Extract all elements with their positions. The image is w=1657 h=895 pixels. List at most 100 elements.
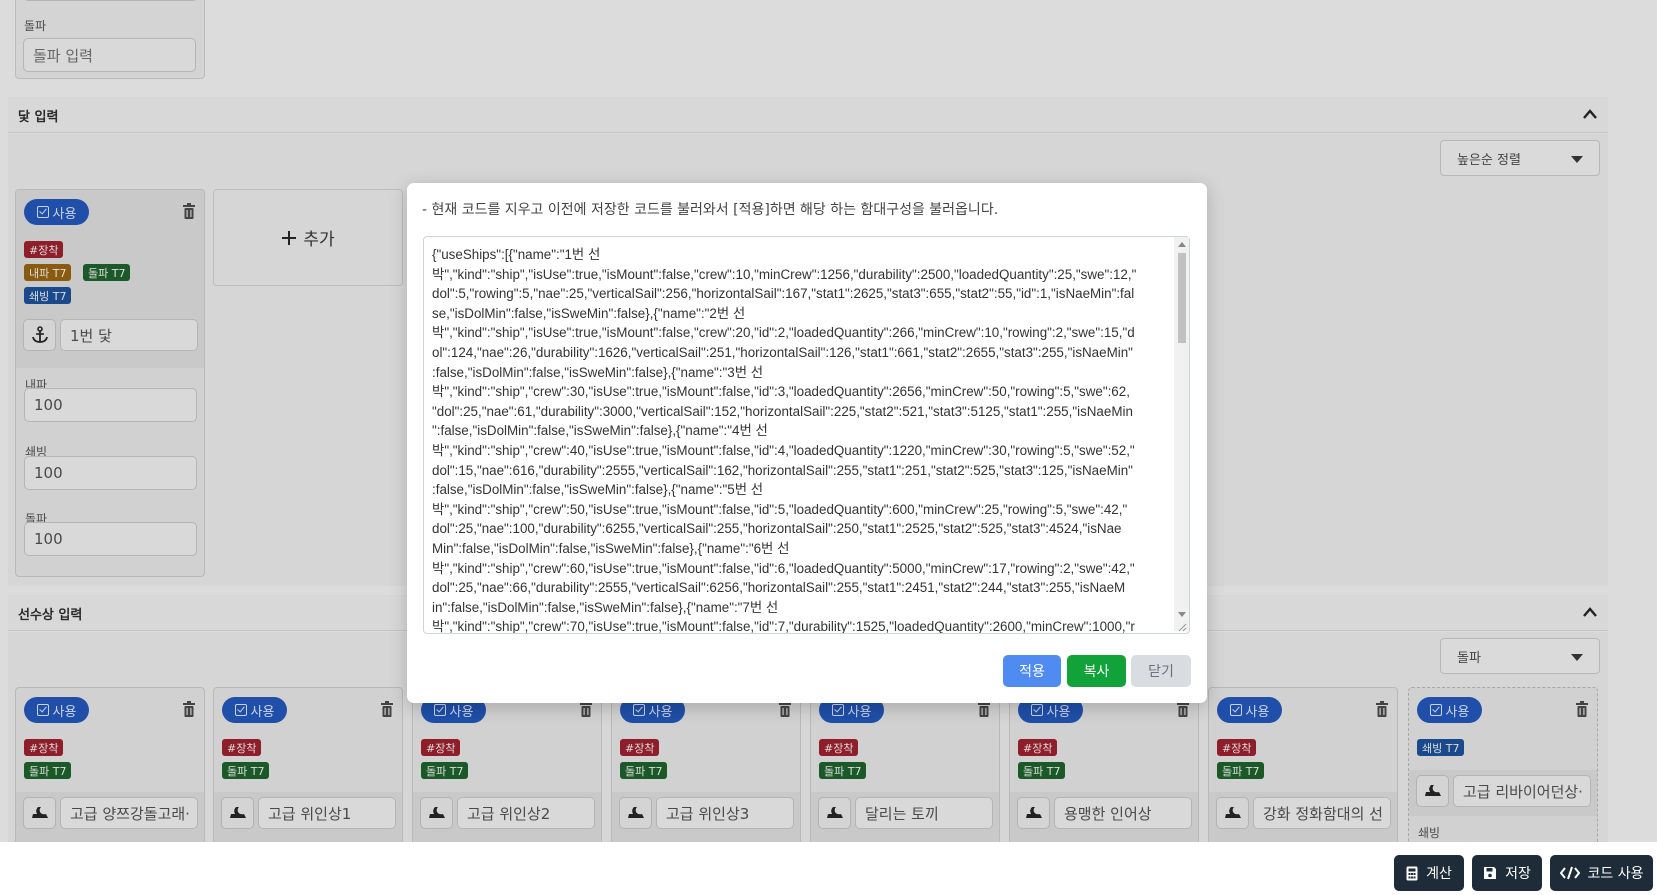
swe-label: 쇄빙	[1418, 826, 1441, 840]
use-label: 사용	[1245, 704, 1270, 720]
tag-dol: 돌파 T7	[421, 762, 469, 779]
figurehead-icon-button[interactable]	[1017, 797, 1050, 829]
calculator-icon	[1406, 866, 1418, 880]
anchor-section-header[interactable]: 닻 입력	[8, 97, 1608, 133]
use-toggle[interactable]: 사용	[1417, 697, 1482, 723]
figurehead-icon-button[interactable]	[1216, 797, 1249, 829]
checkbox-icon	[36, 704, 49, 716]
trash-icon[interactable]	[778, 701, 792, 717]
add-anchor-button[interactable]: 추가	[213, 189, 403, 286]
use-label: 사용	[847, 704, 872, 720]
copy-button[interactable]: 복사	[1067, 655, 1126, 687]
modal-description: - 현재 코드를 지우고 이전에 저장한 코드를 불러와서 [적용]하면 해당 …	[422, 202, 999, 218]
trash-icon[interactable]	[380, 701, 394, 717]
caret-down-icon	[1571, 654, 1583, 661]
apply-button[interactable]: 적용	[1003, 655, 1061, 687]
figurehead-name-input[interactable]: 고급 위인상3	[656, 797, 794, 829]
scroll-up-icon[interactable]	[1178, 242, 1186, 247]
nae-input[interactable]: 100	[24, 388, 197, 422]
figurehead-icon	[1424, 785, 1441, 796]
tag-mounted: #장착	[24, 739, 64, 756]
code-line: 박","kind":"ship","isUse":true,"isMount":…	[432, 266, 1137, 282]
code-line: {"useShips":[{"name":"1번 선	[432, 247, 601, 262]
dolpa-input[interactable]: 돌파 입력	[23, 38, 196, 72]
trash-icon[interactable]	[182, 203, 196, 219]
trash-icon[interactable]	[182, 701, 196, 717]
code-line: :false,"isDolMin":false,"isSweMin":false…	[432, 482, 764, 498]
code-line: dol":15,"nae":616,"durability":2555,"ver…	[432, 462, 1133, 478]
figurehead-name-input[interactable]: 고급 양쯔강돌고래·	[60, 797, 198, 829]
code-line: ":false,"isDolMin":false,"isSweMin":fals…	[432, 423, 768, 439]
trash-icon[interactable]	[1375, 701, 1389, 717]
figurehead-icon	[1224, 807, 1241, 818]
figurehead-icon-button[interactable]	[818, 797, 851, 829]
use-label: 사용	[52, 704, 77, 720]
resize-grip-icon[interactable]	[1178, 623, 1187, 632]
chevron-up-icon[interactable]	[1582, 605, 1598, 619]
close-button[interactable]: 닫기	[1131, 655, 1191, 687]
code-line: dol":25,"nae":100,"durability":6255,"ver…	[432, 521, 1122, 537]
calculate-button[interactable]: 계산	[1394, 855, 1464, 891]
code-line: Min":false,"isDolMin":false,"isSweMin":f…	[432, 540, 790, 556]
swe-input[interactable]: 100	[24, 456, 197, 490]
figurehead-name-input[interactable]: 고급 리바이어던상·	[1453, 775, 1591, 807]
trash-icon[interactable]	[977, 701, 991, 717]
figurehead-sort-select[interactable]: 돌파	[1440, 638, 1600, 674]
figurehead-name-input[interactable]: 강화 정화함대의 선	[1253, 797, 1391, 829]
tag-mounted: #장착	[421, 739, 461, 756]
figurehead-icon-button[interactable]	[619, 797, 652, 829]
chevron-up-icon[interactable]	[1582, 107, 1598, 121]
trash-icon[interactable]	[1575, 701, 1589, 717]
code-line: "dol":25,"nae":61,"durability":3000,"ver…	[432, 403, 1133, 419]
code-line: 박","kind":"ship","crew":70,"isUse":true,…	[432, 619, 1135, 634]
checkbox-icon	[632, 704, 645, 716]
figurehead-name-input[interactable]: 고급 위인상2	[457, 797, 595, 829]
use-toggle[interactable]: 사용	[222, 697, 287, 723]
use-code-button[interactable]: 코드 사용	[1550, 855, 1653, 891]
figurehead-name-input[interactable]: 달리는 토끼	[855, 797, 993, 829]
figurehead-name-input[interactable]: 고급 위인상1	[258, 797, 396, 829]
save-button[interactable]: 저장	[1472, 855, 1542, 891]
figurehead-icon	[31, 807, 48, 818]
figurehead-icon-button[interactable]	[23, 797, 56, 829]
code-line: dol":5,"rowing":5,"nae":25,"verticalSail…	[432, 286, 1135, 302]
checkbox-icon	[831, 704, 844, 716]
tag-swe: 쇄빙 T7	[1417, 739, 1465, 756]
use-toggle[interactable]: 사용	[1217, 697, 1282, 723]
figurehead-icon-button[interactable]	[1416, 775, 1449, 807]
dolpa-label: 돌파	[24, 19, 47, 33]
trash-icon[interactable]	[579, 701, 593, 717]
trash-icon[interactable]	[1176, 701, 1190, 717]
figurehead-icon-button[interactable]	[420, 797, 453, 829]
figurehead-name-input[interactable]: 용맹한 인어상	[1054, 797, 1192, 829]
top-partial-field[interactable]	[24, 0, 197, 1]
tag-mounted: #장착	[620, 739, 660, 756]
scroll-thumb[interactable]	[1178, 253, 1186, 343]
tag-nae: 내파 T7	[24, 264, 72, 281]
anchor-icon-button[interactable]	[23, 319, 56, 351]
code-line: 박","kind":"ship","crew":30,"isUse":true,…	[432, 384, 1130, 400]
scroll-down-icon[interactable]	[1178, 612, 1186, 617]
anchor-icon	[31, 326, 48, 343]
top-settings-card: 돌파 돌파 입력	[15, 0, 205, 79]
figurehead-card-1: 사용 #장착 돌파 T7 고급 양쯔강돌고래·	[15, 687, 205, 842]
figurehead-card-2: 사용 #장착 돌파 T7 고급 위인상1	[213, 687, 403, 842]
use-label: 사용	[1445, 704, 1470, 720]
code-line: ol":124,"nae":26,"durability":1626,"vert…	[432, 344, 1133, 360]
code-line: in":false,"isDolMin":false,"isSweMin":fa…	[432, 599, 779, 615]
dol-input[interactable]: 100	[24, 522, 197, 556]
tag-swe: 쇄빙 T7	[24, 287, 72, 304]
figurehead-icon-button[interactable]	[221, 797, 254, 829]
anchor-sort-value: 높은순 정렬	[1457, 152, 1521, 168]
add-label: 추가	[303, 230, 335, 250]
checkbox-icon	[234, 704, 247, 716]
tag-dol: 돌파 T7	[83, 264, 131, 281]
code-textarea[interactable]: {"useShips":[{"name":"1번 선박","kind":"shi…	[423, 236, 1190, 634]
use-toggle[interactable]: 사용	[24, 697, 89, 723]
use-label: 사용	[52, 206, 77, 222]
anchor-sort-select[interactable]: 높은순 정렬	[1440, 140, 1600, 176]
anchor-name-input[interactable]: 1번 닻	[60, 319, 198, 351]
textarea-scrollbar[interactable]	[1174, 237, 1189, 631]
tag-mounted: #장착	[1217, 739, 1257, 756]
use-toggle[interactable]: 사용	[24, 199, 89, 225]
